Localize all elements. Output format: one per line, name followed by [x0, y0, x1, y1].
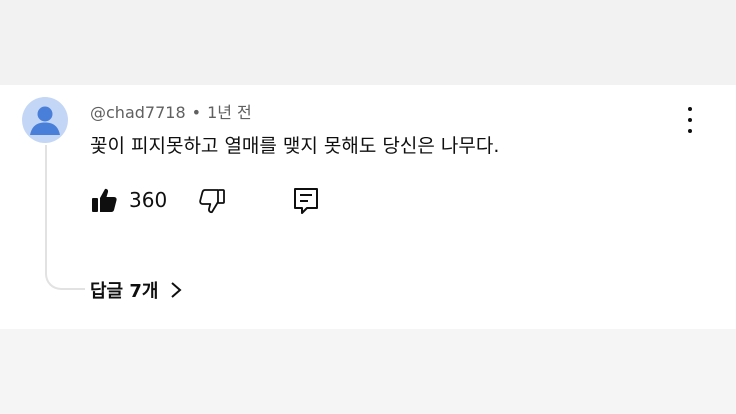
user-avatar-icon — [30, 106, 60, 135]
comment-card: @chad7718 • 1년 전 꽃이 피지못하고 열매를 맺지 못해도 당신은 나… — [0, 85, 736, 329]
timestamp[interactable]: 1년 전 — [207, 103, 252, 122]
like-button[interactable]: 360 — [90, 186, 167, 214]
ellipsis-dot — [688, 129, 692, 133]
reply-thread-line — [45, 145, 85, 290]
vertical-ellipsis-icon — [688, 107, 692, 111]
author-name[interactable]: @chad7718 — [90, 103, 186, 122]
avatar[interactable] — [22, 97, 68, 143]
bottom-background — [0, 329, 736, 414]
more-options-button[interactable] — [678, 107, 702, 133]
comment-actions: 360 — [90, 186, 340, 216]
ellipsis-dot — [688, 118, 692, 122]
reply-button[interactable] — [293, 187, 319, 219]
like-count: 360 — [129, 188, 168, 212]
comment-text: 꽃이 피지못하고 열매를 맺지 못해도 당신은 나무다. — [90, 135, 500, 157]
meta-separator: • — [191, 103, 202, 122]
view-replies-button[interactable]: 답글 7개 — [90, 277, 183, 303]
thumbs-up-icon — [92, 188, 117, 212]
top-background — [0, 0, 736, 85]
comment-icon — [294, 188, 318, 214]
replies-label: 답글 7개 — [90, 281, 159, 302]
thumbs-down-icon — [199, 189, 225, 214]
comment-meta: @chad7718 • 1년 전 — [90, 99, 252, 123]
dislike-button[interactable] — [198, 187, 226, 219]
chevron-right-icon — [170, 281, 183, 299]
